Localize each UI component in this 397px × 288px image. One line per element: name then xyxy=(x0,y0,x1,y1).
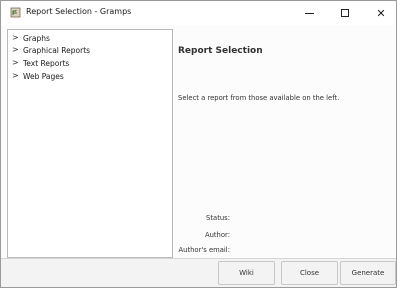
tree-item-label: Text Reports xyxy=(23,58,70,68)
gramps-app-icon xyxy=(10,7,21,18)
close-icon[interactable]: ✕ xyxy=(363,1,397,25)
details-description: Select a report from those available on … xyxy=(178,94,340,102)
report-details-panel: Report Selection Select a report from th… xyxy=(173,29,396,258)
window-title: Report Selection - Gramps xyxy=(26,7,132,16)
maximize-icon[interactable] xyxy=(327,1,363,25)
title-bar[interactable]: Report Selection - Gramps ✕ xyxy=(1,1,396,25)
report-selection-window: Report Selection - Gramps ✕ > Graphs > G… xyxy=(0,0,397,288)
author-email-label: Author's email: xyxy=(178,246,231,254)
tree-item-graphical-reports[interactable]: > Graphical Reports xyxy=(12,44,90,56)
chevron-right-icon[interactable]: > xyxy=(12,46,19,54)
tree-item-label: Graphs xyxy=(23,33,50,43)
tree-item-label: Graphical Reports xyxy=(23,45,91,55)
tree-item-graphs[interactable]: > Graphs xyxy=(12,32,50,44)
chevron-right-icon[interactable]: > xyxy=(12,59,19,67)
chevron-right-icon[interactable]: > xyxy=(12,72,19,80)
wiki-button[interactable]: Wiki xyxy=(218,261,275,285)
author-label: Author: xyxy=(204,231,230,239)
report-tree[interactable]: > Graphs > Graphical Reports > Text Repo… xyxy=(7,29,173,258)
button-bar: Wiki Close Generate xyxy=(1,258,396,287)
tree-item-web-pages[interactable]: > Web Pages xyxy=(12,70,64,82)
tree-item-label: Web Pages xyxy=(23,71,64,81)
generate-button[interactable]: Generate xyxy=(340,261,396,285)
status-label: Status: xyxy=(206,214,230,222)
close-button[interactable]: Close xyxy=(281,261,338,285)
tree-item-text-reports[interactable]: > Text Reports xyxy=(12,57,69,69)
minimize-icon[interactable] xyxy=(291,1,327,25)
details-heading: Report Selection xyxy=(178,46,263,56)
chevron-right-icon[interactable]: > xyxy=(12,34,19,42)
